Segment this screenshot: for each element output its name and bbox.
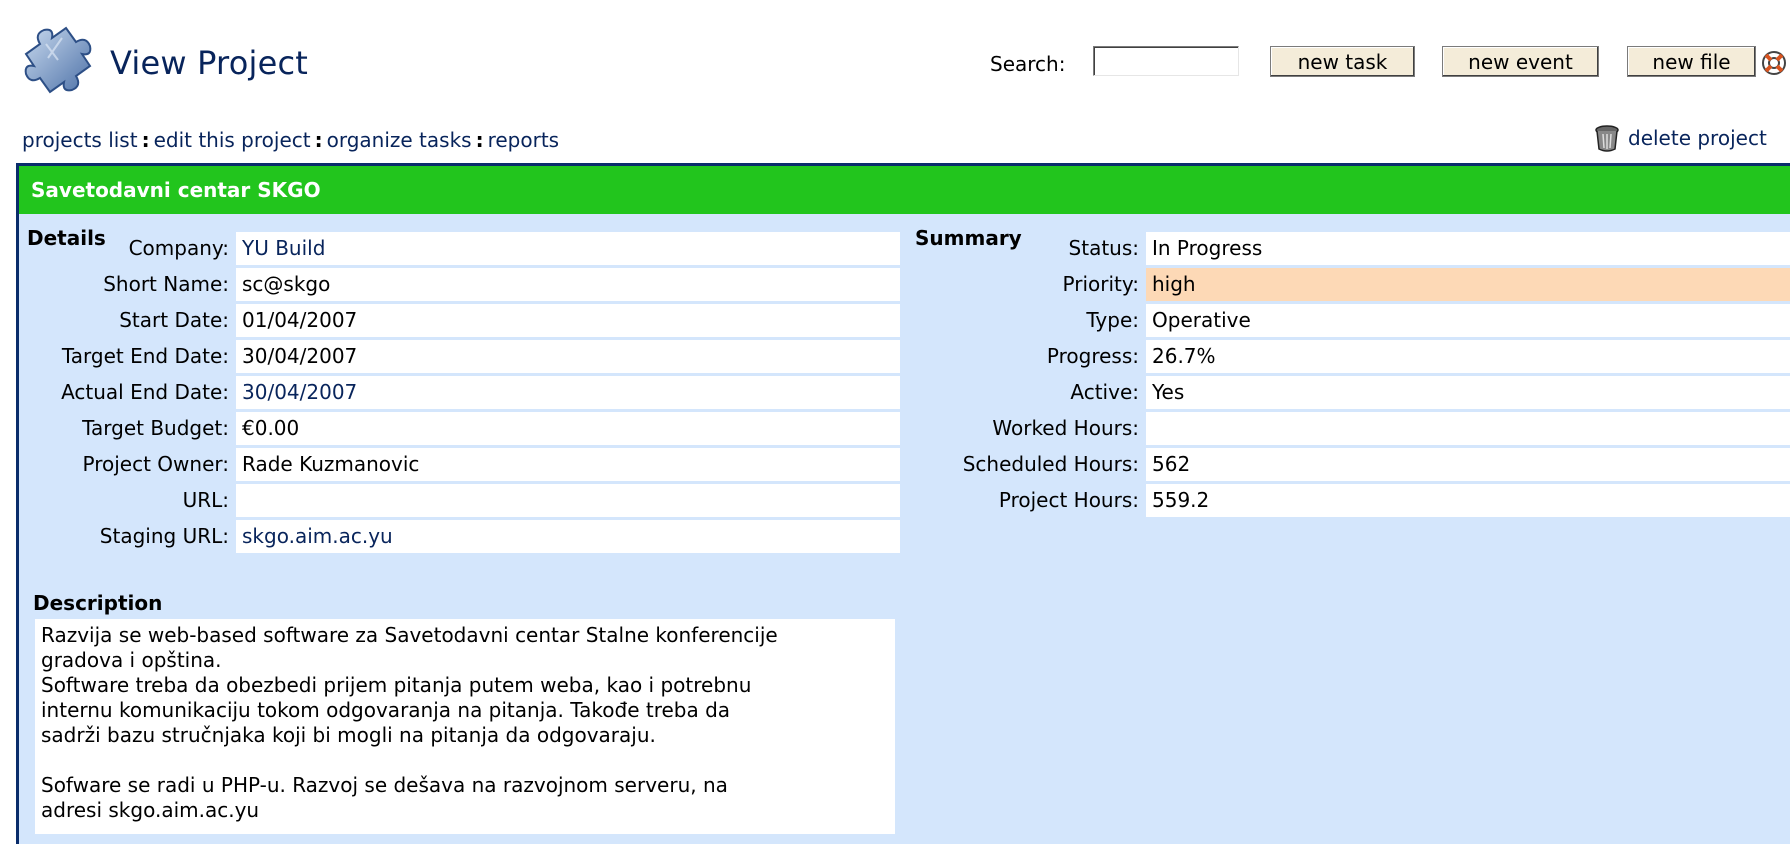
target-budget-label: Target Budget: bbox=[82, 416, 229, 440]
status-label: Status: bbox=[1068, 236, 1139, 260]
worked-hours-label: Worked Hours: bbox=[992, 416, 1139, 440]
short-name-value: sc@skgo bbox=[236, 268, 900, 301]
type-value: Operative bbox=[1146, 304, 1790, 337]
progress-value: 26.7% bbox=[1146, 340, 1790, 373]
new-task-button[interactable]: new task bbox=[1270, 46, 1415, 77]
project-name-bar: Savetodavni centar SKGO bbox=[19, 166, 1790, 214]
project-owner-label: Project Owner: bbox=[82, 452, 229, 476]
delete-project-link[interactable]: delete project bbox=[1594, 124, 1767, 152]
target-end-date-label: Target End Date: bbox=[61, 344, 229, 368]
page-title: View Project bbox=[110, 44, 308, 82]
nav-separator: : bbox=[141, 128, 150, 152]
trash-icon bbox=[1595, 125, 1619, 152]
priority-value: high bbox=[1146, 268, 1790, 301]
nav-separator: : bbox=[314, 128, 323, 152]
priority-label: Priority: bbox=[1062, 272, 1139, 296]
project-owner-value: Rade Kuzmanovic bbox=[236, 448, 900, 481]
help-lifebuoy-icon[interactable] bbox=[1761, 50, 1787, 76]
url-label: URL: bbox=[182, 488, 229, 512]
project-nav-links: projects list: edit this project: organize… bbox=[22, 128, 559, 152]
nav-separator: : bbox=[475, 128, 484, 152]
description-text: Razvija se web-based software za Savetod… bbox=[35, 619, 895, 834]
project-name: Savetodavni centar SKGO bbox=[31, 178, 321, 202]
start-date-value: 01/04/2007 bbox=[236, 304, 900, 337]
target-budget-value: €0.00 bbox=[236, 412, 900, 445]
search-input[interactable] bbox=[1093, 46, 1239, 76]
projects-list-link[interactable]: projects list bbox=[22, 128, 138, 152]
status-value: In Progress bbox=[1146, 232, 1790, 265]
worked-hours-value bbox=[1146, 412, 1790, 445]
project-hours-label: Project Hours: bbox=[998, 488, 1139, 512]
project-panel: Savetodavni centar SKGO Details Company:… bbox=[16, 163, 1790, 844]
actual-end-date-label: Actual End Date: bbox=[61, 380, 229, 404]
scheduled-hours-label: Scheduled Hours: bbox=[962, 452, 1139, 476]
search-label: Search: bbox=[990, 52, 1066, 76]
description-title: Description bbox=[33, 591, 163, 615]
url-value bbox=[236, 484, 900, 517]
company-value[interactable]: YU Build bbox=[236, 232, 900, 265]
start-date-label: Start Date: bbox=[119, 308, 229, 332]
short-name-label: Short Name: bbox=[103, 272, 229, 296]
delete-project-label: delete project bbox=[1628, 126, 1767, 150]
active-label: Active: bbox=[1070, 380, 1139, 404]
active-value: Yes bbox=[1146, 376, 1790, 409]
actual-end-date-value[interactable]: 30/04/2007 bbox=[236, 376, 900, 409]
scheduled-hours-value: 562 bbox=[1146, 448, 1790, 481]
new-file-button[interactable]: new file bbox=[1627, 46, 1756, 77]
organize-tasks-link[interactable]: organize tasks bbox=[327, 128, 472, 152]
edit-project-link[interactable]: edit this project bbox=[154, 128, 311, 152]
reports-link[interactable]: reports bbox=[488, 128, 560, 152]
staging-url-label: Staging URL: bbox=[99, 524, 229, 548]
puzzle-logo-icon bbox=[24, 26, 92, 94]
staging-url-value[interactable]: skgo.aim.ac.yu bbox=[236, 520, 900, 553]
project-hours-value: 559.2 bbox=[1146, 484, 1790, 517]
new-event-button[interactable]: new event bbox=[1442, 46, 1599, 77]
target-end-date-value: 30/04/2007 bbox=[236, 340, 900, 373]
company-label: Company: bbox=[128, 236, 229, 260]
progress-label: Progress: bbox=[1046, 344, 1139, 368]
top-toolbar: View Project Search: new task new event … bbox=[0, 0, 1790, 98]
type-label: Type: bbox=[1086, 308, 1139, 332]
